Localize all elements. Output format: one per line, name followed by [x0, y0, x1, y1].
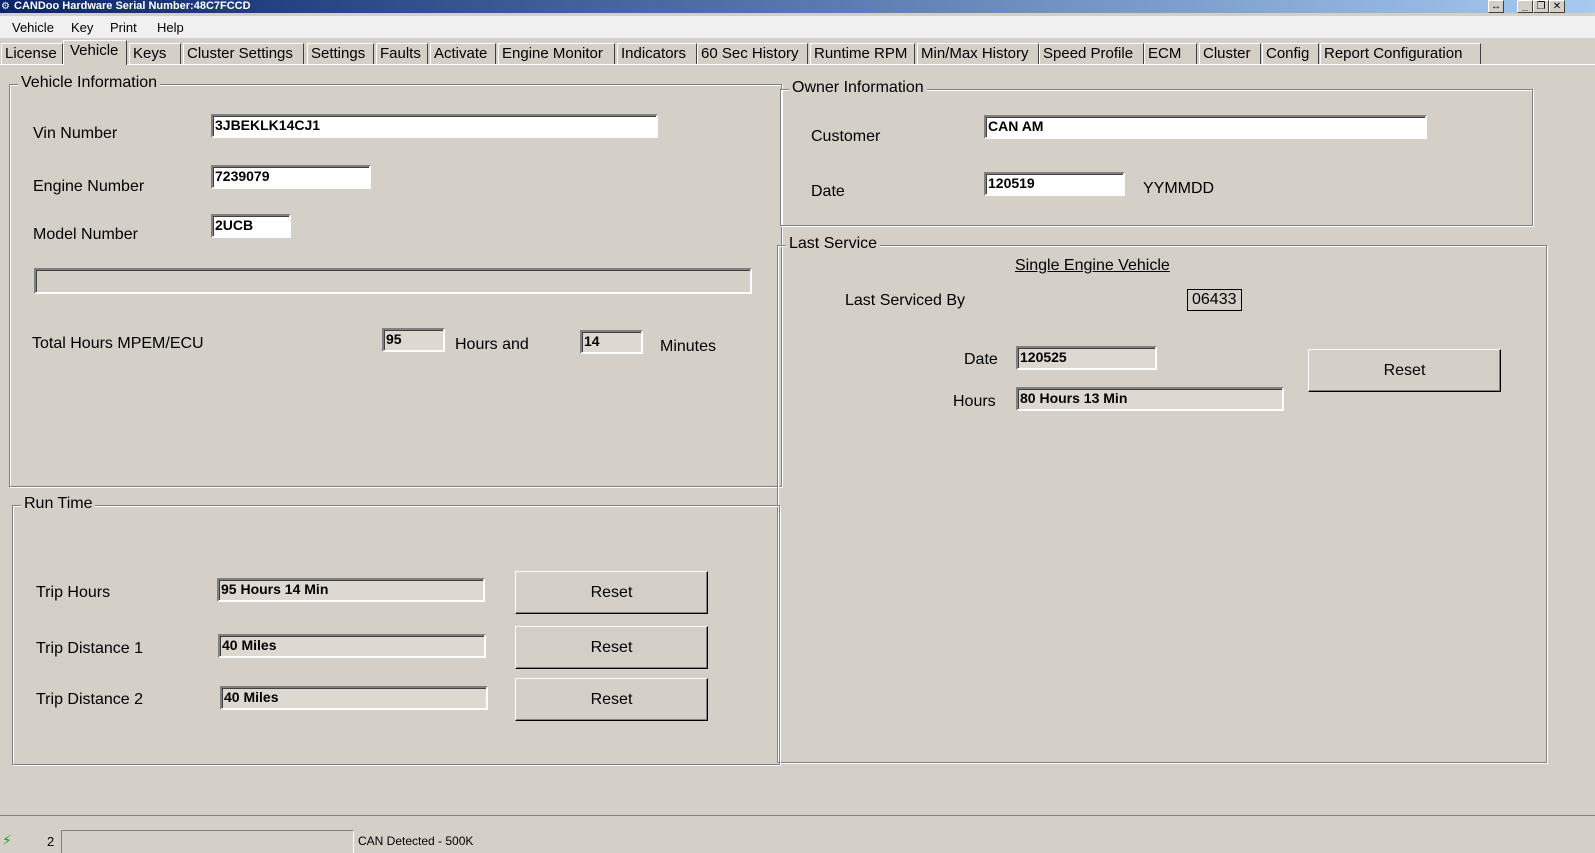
customer-input[interactable]: CAN AM [984, 115, 1427, 139]
minimize-button[interactable]: _ [1517, 0, 1533, 13]
owner-date-label: Date [811, 183, 845, 200]
trip-hours-label: Trip Hours [36, 584, 111, 601]
status-message: CAN Detected - 500K [358, 834, 474, 848]
vin-input[interactable]: 3JBEKLK14CJ1 [211, 114, 658, 138]
total-hours-value: 95 [382, 328, 445, 352]
owner-information-title: Owner Information [789, 79, 927, 97]
service-reset-button[interactable]: Reset [1308, 349, 1501, 392]
window-title: CANDoo Hardware Serial Number:48C7FCCD [14, 0, 251, 12]
tab-ecm[interactable]: ECM [1144, 43, 1197, 65]
single-engine-heading: Single Engine Vehicle [1015, 257, 1170, 274]
tab-min-max-history[interactable]: Min/Max History [917, 43, 1039, 65]
status-progress-panel [61, 830, 354, 853]
owner-date-input[interactable]: 120519 [984, 172, 1125, 196]
tab-60-sec-history[interactable]: 60 Sec History [697, 43, 808, 65]
model-number-input[interactable]: 2UCB [211, 214, 291, 238]
tab-faults[interactable]: Faults [376, 43, 428, 65]
last-serviced-by-value: 06433 [1187, 289, 1242, 311]
tab-engine-monitor[interactable]: Engine Monitor [498, 43, 615, 65]
service-date-label: Date [964, 351, 998, 368]
trip-distance-1-value: 40 Miles [218, 634, 486, 658]
menu-key[interactable]: Key [71, 20, 93, 35]
resize-icon[interactable]: ↔ [1488, 0, 1504, 13]
service-hours-label: Hours [953, 393, 996, 410]
trip-distance-1-reset-button[interactable]: Reset [515, 626, 708, 669]
trip-hours-reset-button[interactable]: Reset [515, 571, 708, 614]
run-time-title: Run Time [21, 495, 96, 513]
minutes-label: Minutes [660, 338, 717, 355]
engine-number-input[interactable]: 7239079 [211, 165, 371, 189]
tab-vehicle[interactable]: Vehicle [63, 40, 127, 65]
tab-config[interactable]: Config [1262, 43, 1319, 65]
tab-report-configuration[interactable]: Report Configuration [1320, 43, 1481, 65]
close-button[interactable]: ✕ [1549, 0, 1565, 13]
trip-hours-value: 95 Hours 14 Min [217, 578, 485, 602]
tab-keys[interactable]: Keys [129, 43, 181, 65]
app-icon: ⚙ [1, 1, 10, 12]
engine-number-label: Engine Number [33, 178, 145, 195]
tab-speed-profile[interactable]: Speed Profile [1039, 43, 1144, 65]
date-format-label: YYMMDD [1143, 180, 1215, 197]
tab-license[interactable]: License [1, 43, 63, 65]
vehicle-info-blank-field [34, 268, 752, 294]
vin-label: Vin Number [33, 125, 118, 142]
status-number: 2 [47, 834, 55, 849]
trip-distance-1-label: Trip Distance 1 [36, 640, 143, 657]
total-hours-label: Total Hours MPEM/ECU [32, 335, 204, 352]
vehicle-information-title: Vehicle Information [18, 74, 161, 92]
menu-bar: Vehicle Key Print Help [0, 16, 1595, 38]
menu-vehicle[interactable]: Vehicle [12, 20, 54, 35]
trip-distance-2-label: Trip Distance 2 [36, 691, 143, 708]
tab-settings[interactable]: Settings [307, 43, 374, 65]
tab-divider [0, 64, 1595, 65]
menu-help[interactable]: Help [157, 20, 184, 35]
tab-activate[interactable]: Activate [430, 43, 496, 65]
total-minutes-value: 14 [580, 330, 643, 354]
trip-distance-2-value: 40 Miles [220, 686, 488, 710]
title-bar: ⚙ CANDoo Hardware Serial Number:48C7FCCD… [0, 0, 1595, 13]
last-service-group: Last Service [777, 235, 1547, 763]
status-bar: ⚡ 2 CAN Detected - 500K [0, 815, 1595, 853]
menu-print[interactable]: Print [110, 20, 137, 35]
last-service-title: Last Service [786, 235, 881, 253]
service-hours-value: 80 Hours 13 Min [1016, 387, 1284, 411]
tab-runtime-rpm[interactable]: Runtime RPM [810, 43, 915, 65]
model-number-label: Model Number [33, 226, 138, 243]
restore-button[interactable]: ❐ [1533, 0, 1549, 13]
tab-cluster[interactable]: Cluster [1199, 43, 1261, 65]
hours-and-label: Hours and [455, 336, 529, 353]
service-date-value: 120525 [1016, 346, 1157, 370]
tab-strip: License Vehicle Keys Cluster Settings Se… [0, 40, 1595, 65]
owner-information-group: Owner Information [780, 79, 1533, 226]
tab-cluster-settings[interactable]: Cluster Settings [183, 43, 304, 65]
connection-icon: ⚡ [2, 832, 12, 848]
last-serviced-by-label: Last Serviced By [845, 292, 966, 309]
trip-distance-2-reset-button[interactable]: Reset [515, 678, 708, 721]
tab-indicators[interactable]: Indicators [617, 43, 697, 65]
customer-label: Customer [811, 128, 881, 145]
